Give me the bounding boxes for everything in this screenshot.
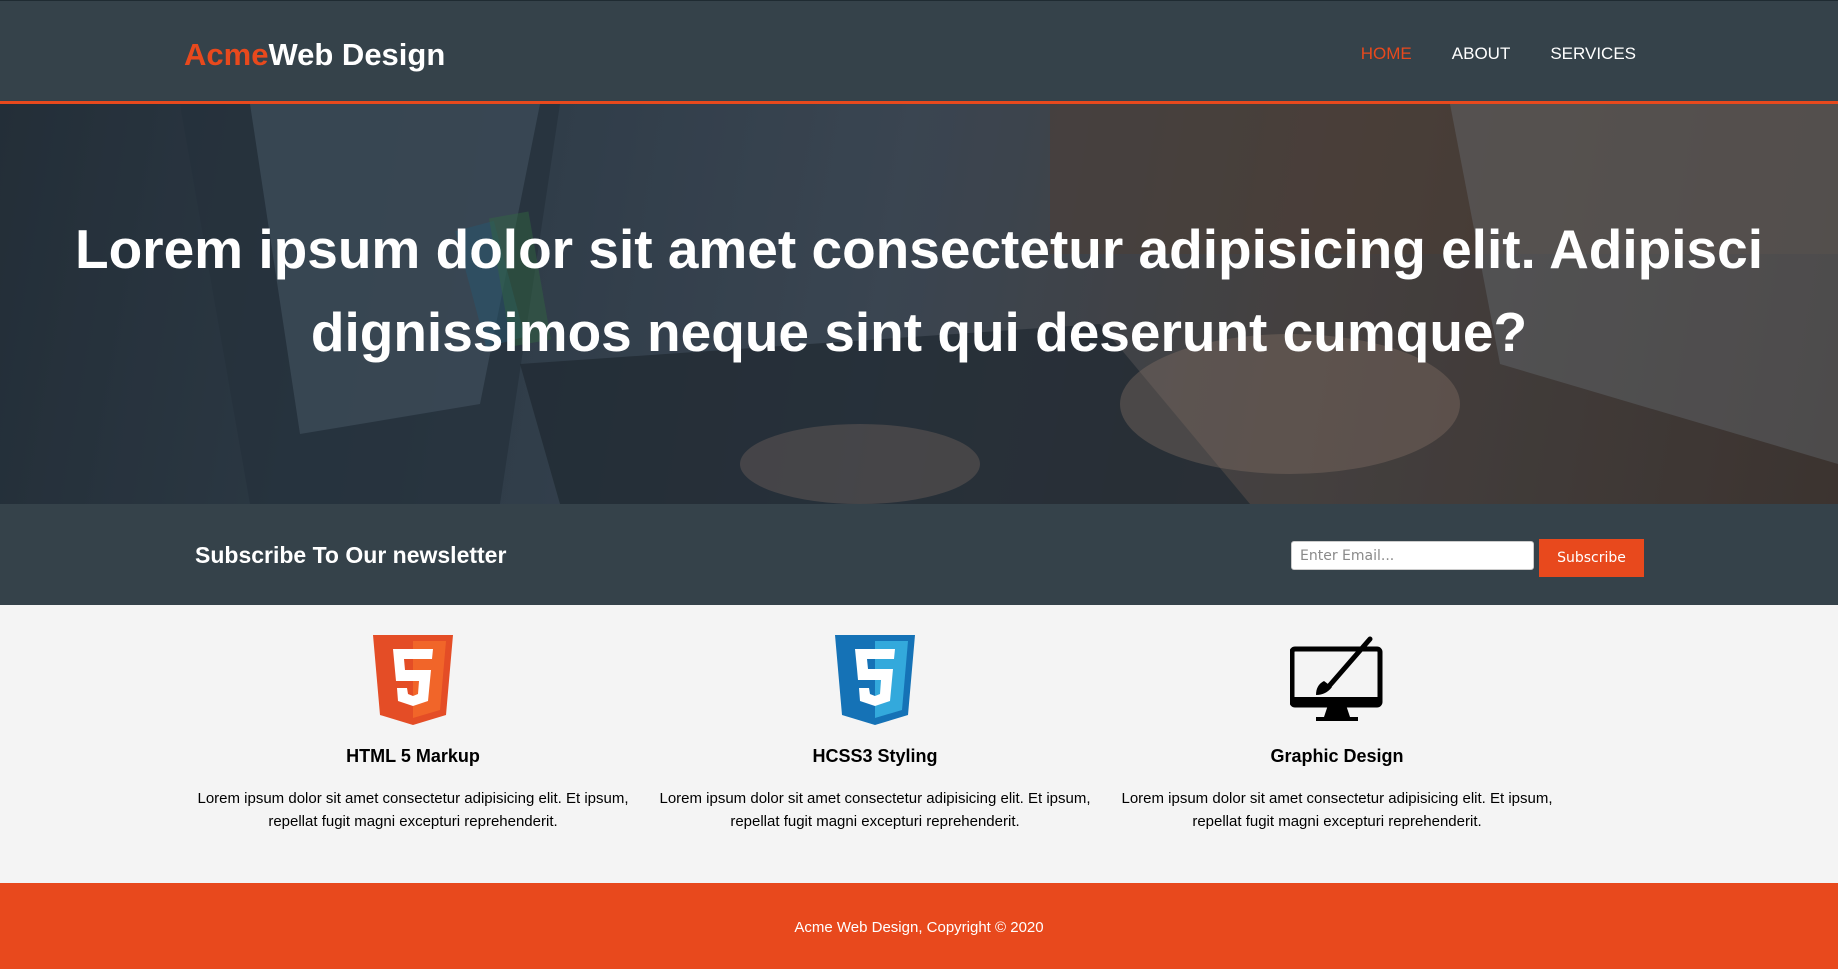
brand-logo[interactable]: AcmeWeb Design — [184, 37, 445, 73]
feature-text-design: Lorem ipsum dolor sit amet consectetur a… — [1121, 790, 1553, 830]
feature-box-css: HCSS3 Styling Lorem ipsum dolor sit amet… — [644, 635, 1106, 833]
main-nav: HOME ABOUT SERVICES — [1361, 44, 1636, 64]
feature-box-html: HTML 5 Markup Lorem ipsum dolor sit amet… — [182, 635, 644, 833]
feature-text-css: Lorem ipsum dolor sit amet consectetur a… — [659, 790, 1091, 830]
brand-highlight: Acme — [184, 37, 269, 72]
feature-title-design: Graphic Design — [1270, 746, 1404, 766]
email-input[interactable] — [1291, 541, 1534, 570]
site-footer: Acme Web Design, Copyright © 2020 — [0, 883, 1838, 969]
nav-services-link[interactable]: SERVICES — [1550, 44, 1636, 64]
nav-about-link[interactable]: ABOUT — [1452, 44, 1511, 64]
feature-title-css: HCSS3 Styling — [812, 746, 938, 766]
subscribe-button[interactable]: Subscribe — [1539, 539, 1644, 577]
feature-text-html: Lorem ipsum dolor sit amet consectetur a… — [197, 790, 629, 830]
site-header: AcmeWeb Design HOME ABOUT SERVICES — [0, 0, 1838, 104]
html5-icon — [373, 635, 453, 725]
brand-text: Web Design — [268, 37, 446, 72]
footer-copyright: Acme Web Design, Copyright © 2020 — [794, 919, 1044, 936]
newsletter-section: Subscribe To Our newsletter Subscribe — [0, 504, 1838, 605]
nav-home-link[interactable]: HOME — [1361, 44, 1412, 64]
feature-title-html: HTML 5 Markup — [346, 746, 480, 766]
css3-icon — [835, 635, 915, 725]
newsletter-title: Subscribe To Our newsletter — [195, 542, 507, 568]
graphic-design-icon — [1290, 636, 1383, 721]
features-section: HTML 5 Markup Lorem ipsum dolor sit amet… — [0, 605, 1838, 883]
hero-title: Lorem ipsum dolor sit amet consectetur a… — [74, 218, 1764, 363]
feature-box-design: Graphic Design Lorem ipsum dolor sit ame… — [1106, 635, 1568, 833]
hero-showcase: Lorem ipsum dolor sit amet consectetur a… — [0, 104, 1838, 504]
